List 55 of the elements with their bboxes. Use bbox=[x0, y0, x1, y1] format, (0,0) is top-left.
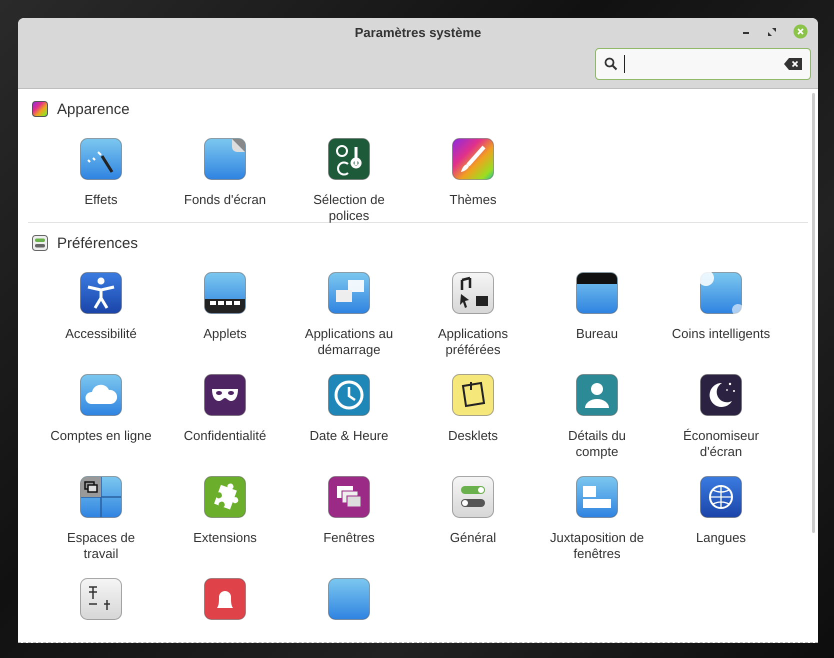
applets-icon bbox=[204, 272, 246, 314]
toggles-icon bbox=[452, 476, 494, 518]
corners-icon bbox=[700, 272, 742, 314]
settings-item[interactable]: Applications préférées bbox=[411, 272, 535, 356]
bell-icon[interactable] bbox=[204, 578, 246, 620]
clear-icon[interactable] bbox=[784, 58, 802, 70]
magic-wand-icon bbox=[80, 138, 122, 180]
section-title: Préférences bbox=[57, 234, 138, 252]
note-icon bbox=[452, 374, 494, 416]
mask-icon bbox=[204, 374, 246, 416]
text-cursor bbox=[624, 55, 625, 73]
settings-item[interactable]: Applets bbox=[163, 272, 287, 356]
settings-item[interactable]: Date & Heure bbox=[287, 374, 411, 458]
windows-icon bbox=[328, 272, 370, 314]
settings-item[interactable]: Extensions bbox=[163, 476, 287, 560]
settings-item[interactable]: Sélection de polices bbox=[287, 138, 411, 222]
wallpaper-icon bbox=[204, 138, 246, 180]
section-title: Apparence bbox=[57, 100, 130, 118]
settings-item[interactable]: Applications au démarrage bbox=[287, 272, 411, 356]
settings-item[interactable]: Effets bbox=[39, 138, 163, 222]
user-icon bbox=[576, 374, 618, 416]
settings-item[interactable]: Économiseur d'écran bbox=[659, 374, 783, 458]
search-field[interactable] bbox=[595, 48, 811, 80]
settings-item[interactable]: Thèmes bbox=[411, 138, 535, 222]
maximize-icon[interactable] bbox=[767, 26, 777, 36]
paintbrush-icon bbox=[452, 138, 494, 180]
settings-item[interactable]: Langues bbox=[659, 476, 783, 560]
settings-item[interactable]: Comptes en ligne bbox=[39, 374, 163, 458]
window-title: Paramètres système bbox=[354, 24, 482, 40]
accessibility-icon bbox=[80, 272, 122, 314]
clock-icon bbox=[328, 374, 370, 416]
tiling-icon bbox=[576, 476, 618, 518]
settings-item[interactable]: Coins intelligents bbox=[659, 272, 783, 356]
desktop-icon bbox=[576, 272, 618, 314]
scrollbar[interactable] bbox=[812, 93, 815, 533]
workspaces-icon bbox=[80, 476, 122, 518]
settings-item[interactable]: Accessibilité bbox=[39, 272, 163, 356]
settings-item[interactable]: Détails du compte bbox=[535, 374, 659, 458]
palette-icon bbox=[32, 101, 48, 117]
cloud-icon bbox=[80, 374, 122, 416]
moon-icon bbox=[700, 374, 742, 416]
settings-item[interactable]: Espaces de travail bbox=[39, 476, 163, 560]
windows-icon bbox=[328, 476, 370, 518]
settings-item[interactable]: Général bbox=[411, 476, 535, 560]
app-icon[interactable] bbox=[328, 578, 370, 620]
settings-item[interactable]: Fenêtres bbox=[287, 476, 411, 560]
settings-item[interactable]: Bureau bbox=[535, 272, 659, 356]
toggles-icon bbox=[32, 235, 48, 251]
settings-item[interactable]: Desklets bbox=[411, 374, 535, 458]
puzzle-icon bbox=[204, 476, 246, 518]
search-icon bbox=[604, 57, 618, 71]
settings-item[interactable]: Fonds d'écran bbox=[163, 138, 287, 222]
settings-item[interactable]: Confidentialité bbox=[163, 374, 287, 458]
settings-item[interactable]: Juxtaposition de fenêtres bbox=[535, 476, 659, 560]
globe-icon bbox=[700, 476, 742, 518]
